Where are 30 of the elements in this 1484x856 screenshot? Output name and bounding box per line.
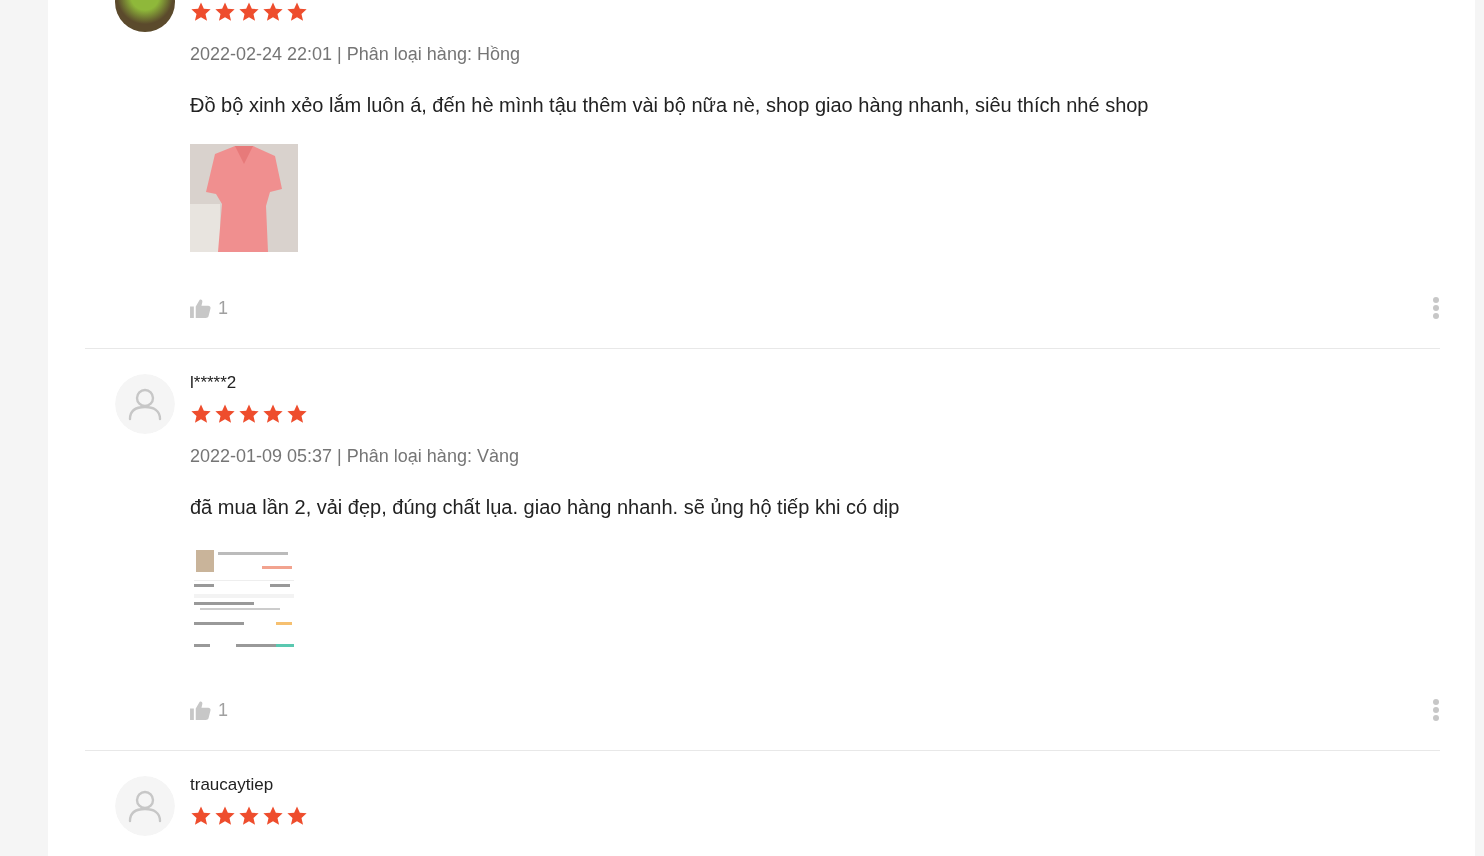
- star-icon: [214, 805, 236, 827]
- star-icon: [190, 403, 212, 425]
- username: l*****2: [190, 373, 238, 393]
- username: traucaytiep: [190, 775, 275, 795]
- review-comment: đã mua lần 2, vải đẹp, đúng chất lụa. giao hàng nhanh. sẽ ủng hộ tiếp khi có dịp: [190, 495, 901, 519]
- star-icon: [190, 805, 212, 827]
- star-icon: [286, 805, 308, 827]
- star-icon: [238, 403, 260, 425]
- like-count: 1: [218, 297, 228, 319]
- avatar-person-icon: [115, 374, 175, 434]
- review-date-and-variant: 2022-02-24 22:01 | Phân loại hàng: Hồng: [190, 43, 520, 65]
- star-icon: [286, 403, 308, 425]
- thumbs-up-icon[interactable]: [190, 700, 211, 720]
- star-icon: [238, 805, 260, 827]
- review-date-and-variant: 2022-01-09 05:37 | Phân loại hàng: Vàng: [190, 445, 519, 467]
- star-icon: [262, 403, 284, 425]
- like-count: 1: [218, 699, 228, 721]
- star-icon: [190, 1, 212, 23]
- star-icon: [238, 1, 260, 23]
- star-icon: [262, 1, 284, 23]
- photo-placeholder[interactable]: [190, 144, 298, 252]
- thumbs-up-icon[interactable]: [190, 298, 211, 318]
- star-icon: [286, 1, 308, 23]
- star-icon: [262, 805, 284, 827]
- avatar-person-icon: [115, 776, 175, 836]
- more-options-icon[interactable]: [1432, 698, 1440, 722]
- star-icon: [214, 403, 236, 425]
- star-icon: [214, 1, 236, 23]
- review-comment: Đồ bộ xinh xẻo lắm luôn á, đến hè mình tậu thêm vài bộ nữa nè, shop giao hàng nhanh, siêu thích nhé shop: [190, 93, 1150, 117]
- more-options-icon[interactable]: [1432, 296, 1440, 320]
